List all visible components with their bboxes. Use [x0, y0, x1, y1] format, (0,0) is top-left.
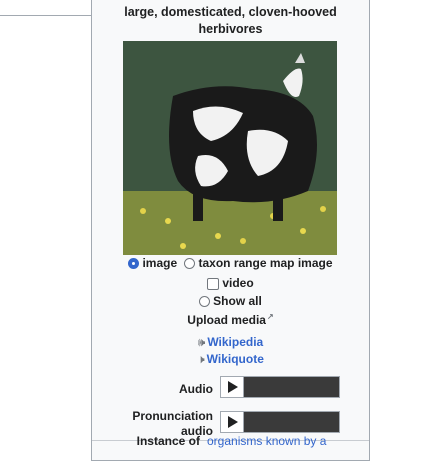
play-icon[interactable]	[221, 412, 244, 432]
play-icon[interactable]	[221, 377, 244, 397]
infobox: large, domesticated, cloven-hooved herbi…	[91, 0, 370, 461]
wikipedia-link[interactable]: 🕪 Wikipedia	[92, 335, 369, 350]
wikiquote-label[interactable]: Wikiquote	[207, 352, 264, 366]
external-link-icon: ↗	[266, 312, 274, 321]
pronunciation-player[interactable]	[220, 411, 340, 433]
pronunciation-label-line1: Pronunciation	[132, 409, 213, 423]
wikipedia-icon: 🕪	[197, 335, 206, 349]
show-all-label[interactable]: Show all	[213, 294, 262, 308]
upload-media-label[interactable]: Upload media	[187, 313, 266, 327]
show-all-radio[interactable]	[199, 296, 211, 308]
instance-of-link[interactable]: organisms known by a	[207, 434, 326, 448]
video-toggle: video	[92, 276, 369, 290]
image-radio[interactable]	[128, 258, 140, 270]
wikipedia-label[interactable]: Wikipedia	[207, 335, 263, 349]
instance-of-label: Instance of	[136, 434, 200, 448]
instance-of-value: organisms known by a	[207, 434, 326, 448]
upload-media-link[interactable]: Upload media↗	[92, 312, 369, 327]
taxon-range-map-radio-label[interactable]: taxon range map image	[198, 256, 332, 270]
wikiquote-link[interactable]: 🕨 Wikiquote	[92, 352, 369, 367]
image-radio-label[interactable]: image	[142, 256, 177, 270]
audio-label: Audio	[179, 382, 213, 396]
section-divider	[0, 15, 91, 16]
taxon-range-map-radio[interactable]	[184, 258, 196, 270]
infobox-photo[interactable]	[123, 41, 337, 255]
media-type-selector: image taxon range map image	[92, 256, 369, 270]
wikiquote-icon: 🕨	[197, 352, 205, 366]
video-label[interactable]: video	[222, 276, 253, 290]
infobox-caption: large, domesticated, cloven-hooved herbi…	[124, 5, 337, 36]
video-checkbox[interactable]	[207, 277, 220, 290]
audio-player[interactable]	[220, 376, 340, 398]
show-all-toggle: Show all	[92, 294, 369, 308]
